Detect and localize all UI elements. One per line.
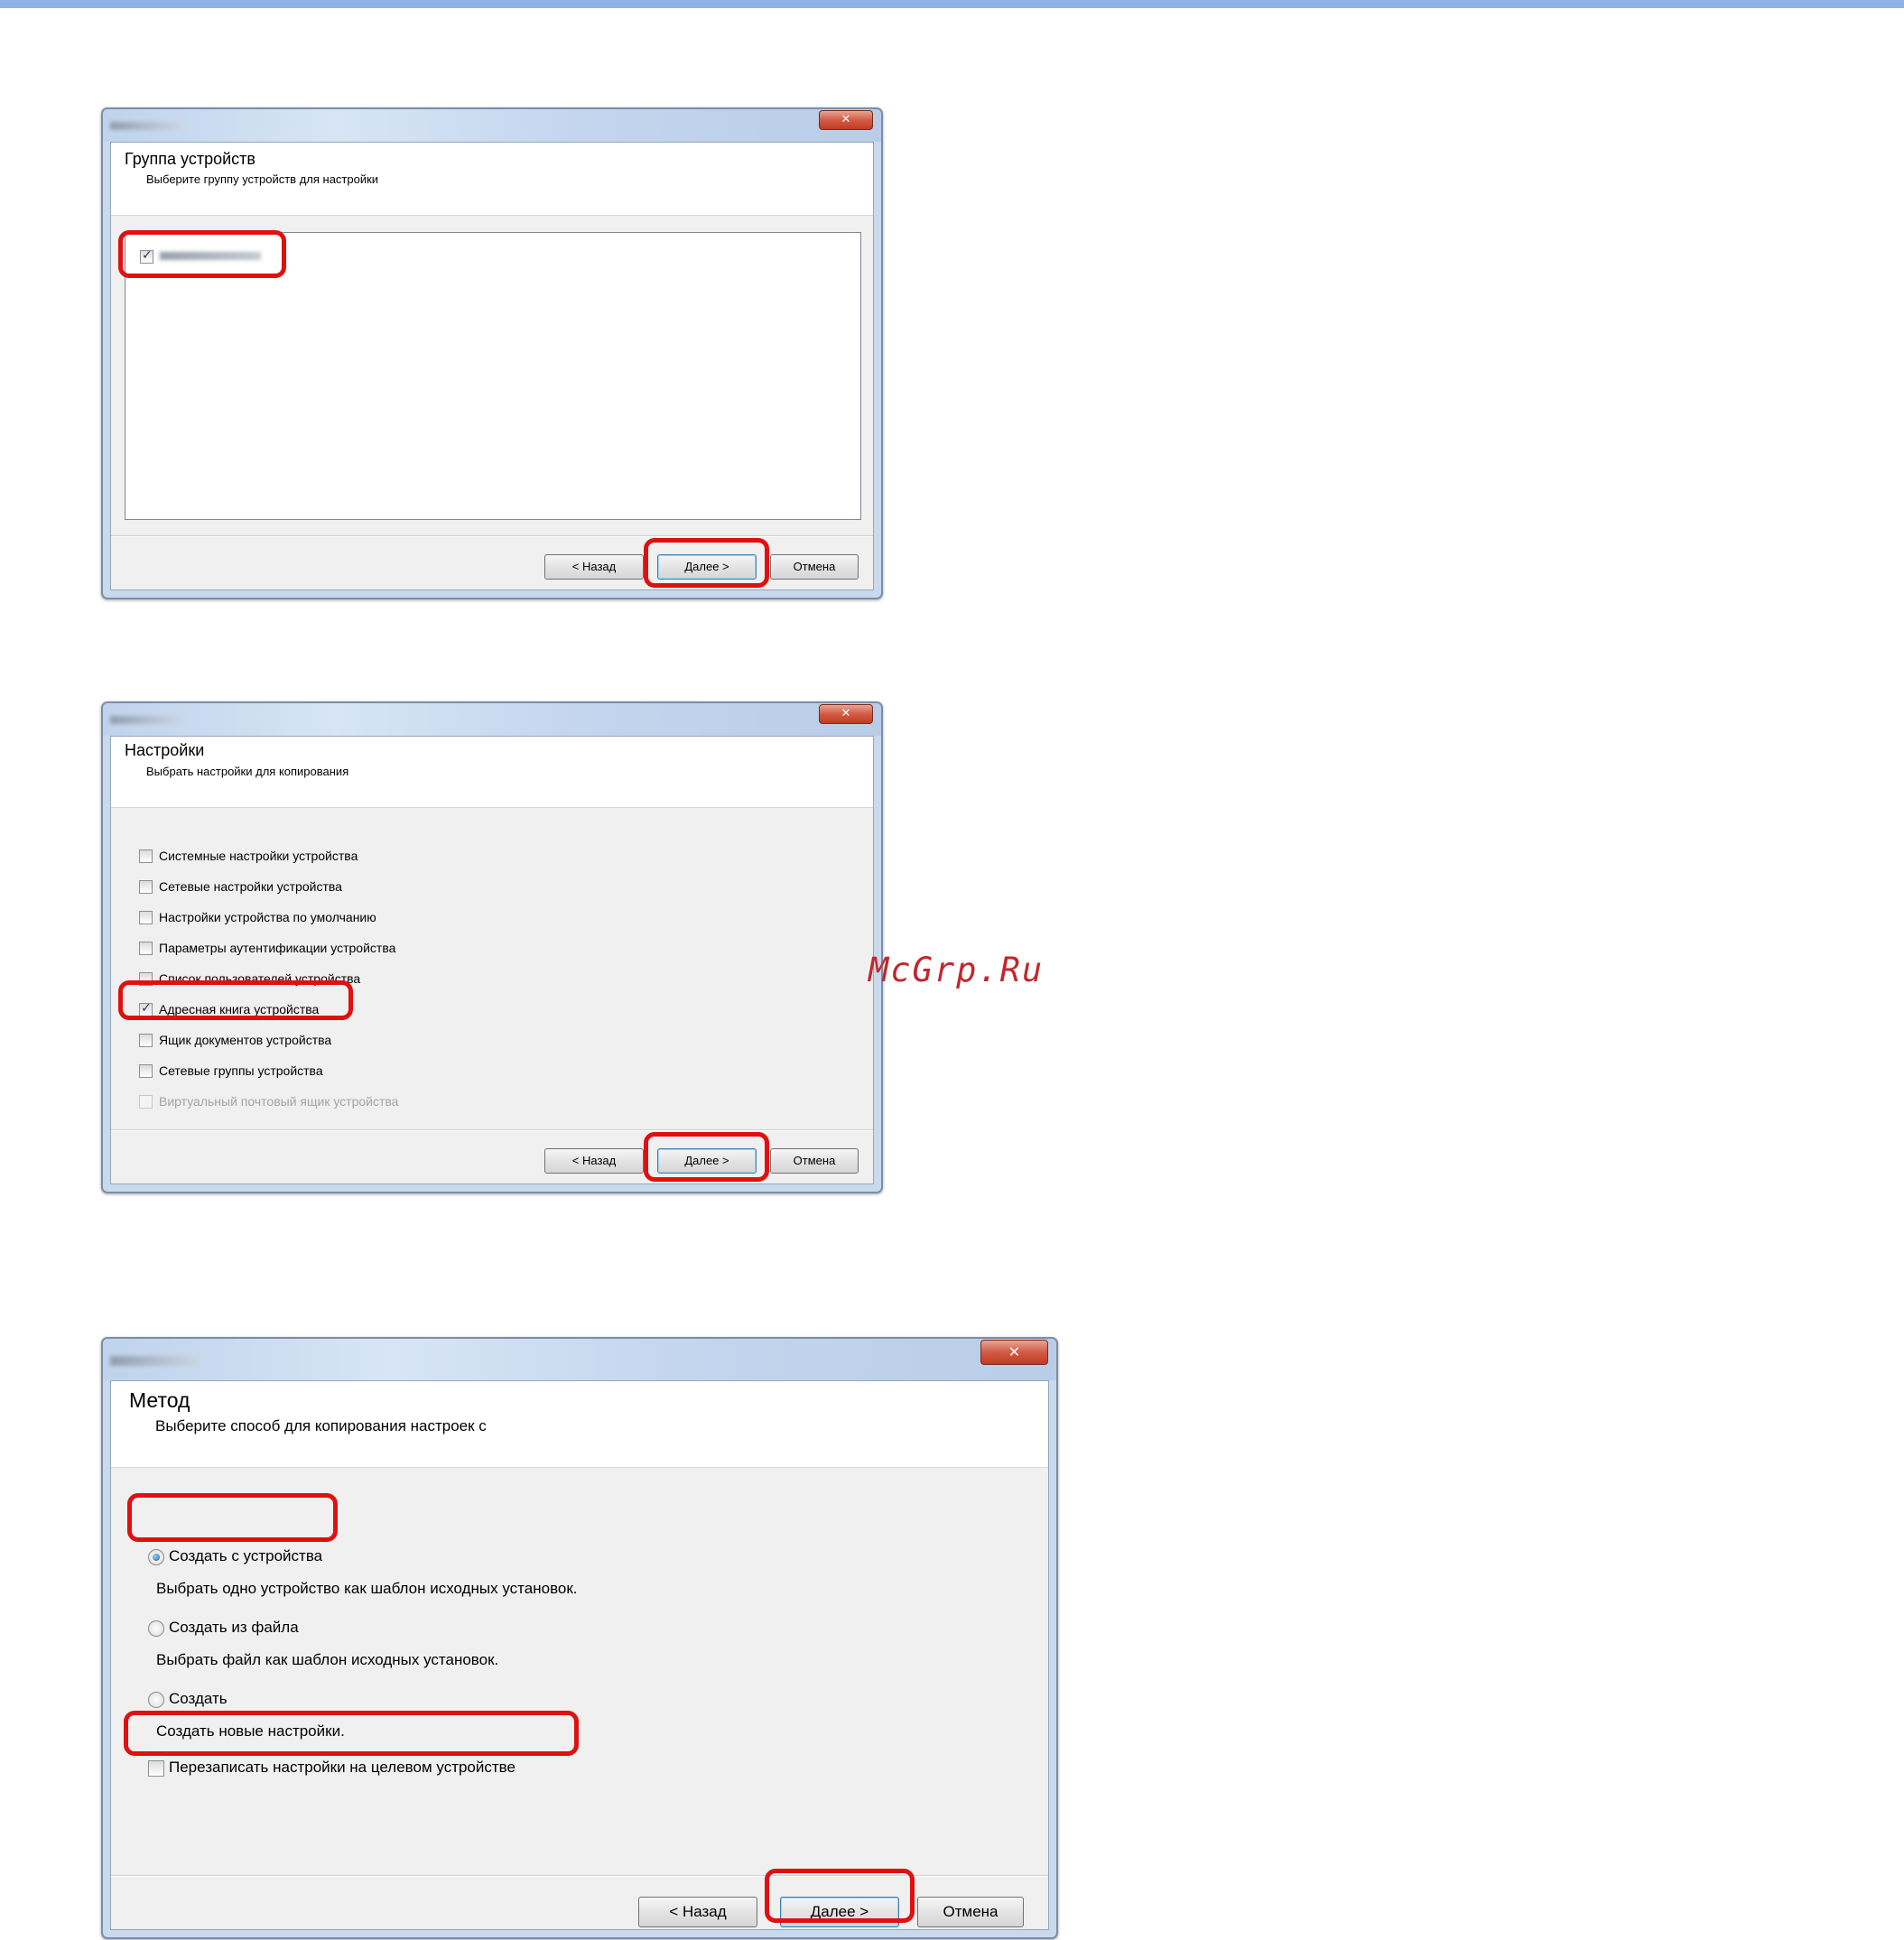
dialog-client-area: Метод Выберите способ для копирования на… bbox=[110, 1380, 1049, 1930]
option-checkbox-network[interactable] bbox=[139, 880, 153, 894]
wizard-header: Настройки Выбрать настройки для копирова… bbox=[111, 737, 873, 808]
wizard-header: Группа устройств Выберите группу устройс… bbox=[111, 143, 873, 216]
cancel-button[interactable]: Отмена bbox=[770, 554, 859, 580]
option-checkbox-virtual-mailbox bbox=[139, 1095, 153, 1109]
radio-description-file: Выбрать файл как шаблон исходных установ… bbox=[156, 1651, 499, 1668]
settings-dialog: ✕ Настройки Выбрать настройки для копиро… bbox=[101, 701, 883, 1193]
overwrite-label: Перезаписать настройки на целевом устрой… bbox=[169, 1759, 515, 1776]
title-bar[interactable] bbox=[103, 1339, 1056, 1380]
overwrite-checkbox[interactable] bbox=[148, 1760, 164, 1777]
back-button[interactable]: < Назад bbox=[544, 554, 644, 580]
watermark: McGrp.Ru bbox=[868, 951, 1045, 989]
close-button[interactable]: ✕ bbox=[819, 110, 873, 130]
blurred-window-title bbox=[110, 122, 182, 130]
highlight-next-button bbox=[765, 1869, 915, 1923]
option-label-network-groups: Сетевые группы устройства bbox=[159, 1063, 323, 1078]
title-bar[interactable] bbox=[103, 109, 881, 142]
radio-create-from-file[interactable] bbox=[148, 1620, 164, 1637]
option-checkbox-auth[interactable] bbox=[139, 942, 153, 955]
option-label-auth: Параметры аутентификации устройства bbox=[159, 941, 396, 955]
blurred-window-title bbox=[110, 1356, 200, 1366]
close-button[interactable]: ✕ bbox=[980, 1340, 1048, 1365]
method-dialog: ✕ Метод Выберите способ для копирования … bbox=[101, 1337, 1058, 1939]
blurred-window-title bbox=[110, 716, 182, 724]
page-title: Метод bbox=[129, 1388, 190, 1412]
radio-description-device: Выбрать одно устройство как шаблон исход… bbox=[156, 1580, 578, 1597]
dialog-client-area: Настройки Выбрать настройки для копирова… bbox=[110, 736, 874, 1184]
page-subtitle: Выберите способ для копирования настроек… bbox=[155, 1417, 487, 1434]
page-subtitle: Выбрать настройки для копирования bbox=[146, 765, 349, 778]
highlight-address-book bbox=[118, 980, 353, 1020]
highlight-next-button bbox=[644, 538, 769, 588]
highlight-create-from-device bbox=[127, 1493, 338, 1542]
footer-divider bbox=[111, 1129, 873, 1131]
option-checkbox-network-groups[interactable] bbox=[139, 1064, 153, 1078]
cancel-button[interactable]: Отмена bbox=[770, 1148, 859, 1174]
close-button[interactable]: ✕ bbox=[819, 704, 873, 724]
highlight-overwrite bbox=[124, 1711, 579, 1756]
option-checkbox-system[interactable] bbox=[139, 849, 153, 863]
radio-label-create-from-file: Создать из файла bbox=[169, 1619, 299, 1636]
option-label-virtual-mailbox: Виртуальный почтовый ящик устройства bbox=[159, 1094, 399, 1109]
highlight-next-button bbox=[644, 1132, 769, 1182]
option-label-system: Системные настройки устройства bbox=[159, 849, 358, 863]
page-title: Настройки bbox=[125, 741, 205, 759]
option-checkbox-defaults[interactable] bbox=[139, 911, 153, 924]
back-button[interactable]: < Назад bbox=[544, 1148, 644, 1174]
page-subtitle: Выберите группу устройств для настройки bbox=[146, 172, 379, 186]
radio-label-create-new: Создать bbox=[169, 1690, 228, 1707]
option-checkbox-document-box[interactable] bbox=[139, 1034, 153, 1047]
footer-divider bbox=[111, 535, 873, 537]
cancel-button[interactable]: Отмена bbox=[917, 1897, 1024, 1927]
radio-label-create-from-device: Создать с устройства bbox=[169, 1547, 323, 1564]
title-bar[interactable] bbox=[103, 703, 881, 736]
dialog-client-area: Группа устройств Выберите группу устройс… bbox=[110, 142, 874, 590]
highlight-device-group bbox=[118, 230, 286, 278]
page-title: Группа устройств bbox=[125, 150, 255, 168]
top-accent-bar bbox=[0, 0, 1904, 8]
option-label-document-box: Ящик документов устройства bbox=[159, 1033, 332, 1047]
device-group-dialog: ✕ Группа устройств Выберите группу устро… bbox=[101, 107, 883, 599]
option-label-defaults: Настройки устройства по умолчанию bbox=[159, 910, 376, 924]
back-button[interactable]: < Назад bbox=[638, 1897, 757, 1927]
option-label-network: Сетевые настройки устройства bbox=[159, 879, 342, 894]
radio-create-from-device[interactable] bbox=[148, 1549, 164, 1565]
radio-create-new[interactable] bbox=[148, 1692, 164, 1708]
wizard-header: Метод Выберите способ для копирования на… bbox=[111, 1381, 1048, 1468]
